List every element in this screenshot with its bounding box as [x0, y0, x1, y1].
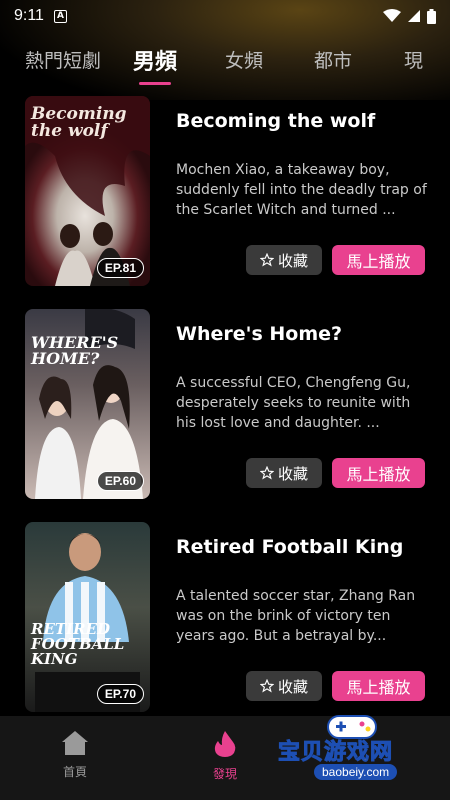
battery-icon — [427, 8, 436, 24]
wifi-icon — [383, 9, 401, 22]
tab-urban[interactable]: 都市 — [314, 46, 352, 73]
status-bar: 9:11 A — [0, 0, 450, 32]
drama-list[interactable]: Becoming the wolf EP.81 Becoming the wol… — [0, 96, 450, 716]
drama-title[interactable]: Retired Football King — [176, 536, 436, 558]
cover-title: RETIRED FOOTBALL KING — [31, 620, 125, 668]
favorite-label: 收藏 — [277, 677, 308, 696]
cover-title: WHERE'S HOME? — [31, 333, 119, 368]
nav-home-label: 首頁 — [62, 765, 87, 779]
watermark-logo: 宝贝游戏网 baobeiy.com — [270, 712, 440, 796]
tab-hot-dramas[interactable]: 熱門短劇 — [25, 46, 101, 73]
drama-description: Mochen Xiao, a takeaway boy, suddenly fe… — [176, 162, 427, 218]
play-now-button[interactable]: 馬上播放 — [332, 671, 425, 701]
nav-discover[interactable]: 發現 — [195, 730, 255, 782]
star-icon — [259, 679, 274, 693]
play-now-button[interactable]: 馬上播放 — [332, 458, 425, 488]
favorite-button[interactable]: 收藏 — [246, 245, 322, 275]
favorite-label: 收藏 — [277, 251, 308, 270]
nav-discover-label: 發現 — [212, 767, 237, 781]
favorite-button[interactable]: 收藏 — [246, 458, 322, 488]
star-icon — [259, 466, 274, 480]
drama-cover[interactable]: WHERE'S HOME? EP.60 — [25, 309, 150, 499]
drama-title[interactable]: Where's Home? — [176, 323, 436, 345]
favorite-label: 收藏 — [277, 464, 308, 483]
tab-female[interactable]: 女頻 — [225, 46, 263, 73]
notification-icon: A — [53, 9, 67, 23]
nav-home[interactable]: 首頁 — [45, 730, 105, 780]
episode-badge: EP.60 — [96, 471, 144, 491]
favorite-button[interactable]: 收藏 — [246, 671, 322, 701]
category-tabs: 熱門短劇 男頻 女頻 都市 現 — [0, 40, 450, 92]
drama-card[interactable]: RETIRED FOOTBALL KING EP.70 Retired Foot… — [0, 522, 450, 712]
episode-badge: EP.81 — [96, 258, 144, 278]
watermark-url: baobeiy.com — [314, 764, 398, 780]
tab-male[interactable]: 男頻 — [133, 44, 177, 76]
home-icon — [62, 731, 88, 755]
drama-cover[interactable]: RETIRED FOOTBALL KING EP.70 — [25, 522, 150, 712]
episode-badge: EP.70 — [96, 684, 144, 704]
drama-cover[interactable]: Becoming the wolf EP.81 — [25, 96, 150, 286]
drama-card[interactable]: WHERE'S HOME? EP.60 Where's Home? A succ… — [0, 309, 450, 499]
signal-icon — [408, 10, 420, 22]
drama-title[interactable]: Becoming the wolf — [176, 110, 436, 132]
flame-icon — [214, 731, 236, 757]
star-icon — [259, 253, 274, 267]
watermark-text: 宝贝游戏网 — [277, 740, 394, 766]
active-tab-indicator — [139, 82, 171, 85]
status-time: 9:11 — [14, 7, 44, 24]
drama-description: A talented soccer star, Zhang Ran was on… — [176, 588, 416, 644]
cover-title: Becoming the wolf — [31, 104, 127, 141]
play-now-button[interactable]: 馬上播放 — [332, 245, 425, 275]
drama-card[interactable]: Becoming the wolf EP.81 Becoming the wol… — [0, 96, 450, 286]
tab-modern[interactable]: 現 — [404, 46, 423, 73]
drama-description: A successful CEO, Chengfeng Gu, desperat… — [176, 375, 411, 431]
